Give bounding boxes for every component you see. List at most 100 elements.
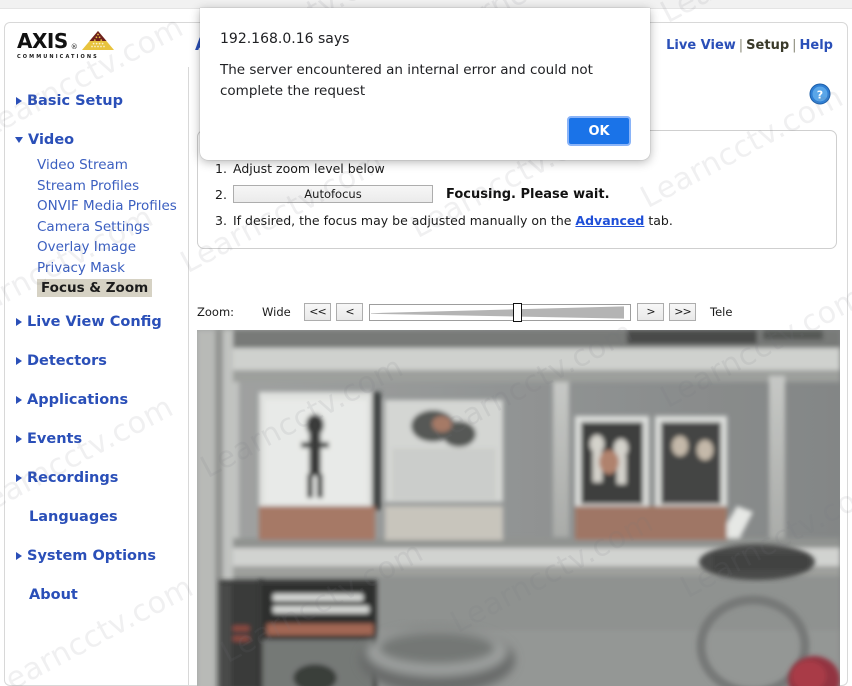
dialog-message-text: The server encountered an internal error…: [220, 60, 630, 102]
sidebar-item-privacy-mask[interactable]: Privacy Mask: [37, 258, 125, 277]
nav-group-recordings: Recordings: [5, 464, 188, 492]
sidebar-item-onvif-media-profiles[interactable]: ONVIF Media Profiles: [37, 197, 177, 216]
dialog-ok-button[interactable]: OK: [567, 116, 631, 146]
sidebar-item-events[interactable]: Events: [5, 425, 188, 453]
sidebar-item-video[interactable]: Video: [5, 126, 188, 154]
instruction-step-3: 3. If desired, the focus may be adjusted…: [215, 209, 815, 231]
link-separator-2: |: [792, 38, 796, 53]
advanced-tab-link[interactable]: Advanced: [575, 213, 644, 228]
nav-spacer: [5, 572, 188, 581]
link-live-view[interactable]: Live View: [666, 38, 736, 53]
zoom-wide-step-button[interactable]: <: [336, 303, 363, 321]
zoom-range-wedge-icon: [371, 306, 624, 319]
chevron-right-icon: [16, 396, 22, 404]
chevron-down-icon: [15, 137, 23, 143]
sidebar-item-label: Events: [27, 431, 82, 447]
link-help[interactable]: Help: [800, 38, 833, 53]
sidebar-item-stream-profiles[interactable]: Stream Profiles: [37, 176, 139, 195]
registered-mark-icon: ®: [71, 43, 78, 51]
step-number: 1.: [215, 161, 233, 176]
sidebar-item-basic-setup[interactable]: Basic Setup: [5, 87, 188, 115]
step-number: 2.: [215, 187, 233, 202]
axis-logo[interactable]: AXIS®: [5, 30, 185, 60]
nav-group-applications: Applications: [5, 386, 188, 414]
nav-spacer: [5, 494, 188, 503]
sidebar-item-camera-settings[interactable]: Camera Settings: [37, 217, 150, 236]
sidebar-item-label: Live View Config: [27, 314, 162, 330]
sidebar-item-label: About: [29, 587, 78, 603]
zoom-slider-track[interactable]: [369, 304, 631, 321]
nav-group-basic-setup: Basic Setup: [5, 87, 188, 115]
axis-triangle-icon: [81, 30, 115, 51]
step-text: Adjust zoom level below: [233, 161, 385, 176]
chevron-right-icon: [16, 318, 22, 326]
nav-group-live-view-config: Live View Config: [5, 308, 188, 336]
zoom-tele-step-button[interactable]: >: [637, 303, 664, 321]
chevron-right-icon: [16, 97, 22, 105]
sidebar-item-video-stream[interactable]: Video Stream: [37, 156, 128, 175]
nav-spacer: [5, 416, 188, 425]
sidebar-item-applications[interactable]: Applications: [5, 386, 188, 414]
svg-text:?: ?: [817, 89, 823, 102]
header-links: Live View|Setup|Help: [666, 38, 847, 53]
step3-prefix: If desired, the focus may be adjusted ma…: [233, 213, 575, 228]
sidebar-item-languages[interactable]: Languages: [5, 503, 188, 531]
focus-instruction-list: 1. Adjust zoom level below 2. Autofocus …: [215, 157, 815, 235]
sidebar-item-label: Video: [28, 132, 74, 148]
focus-status-text: Focusing. Please wait.: [446, 187, 610, 202]
sidebar-item-recordings[interactable]: Recordings: [5, 464, 188, 492]
sidebar-item-label: Languages: [29, 509, 118, 525]
nav-spacer: [5, 299, 188, 308]
instruction-step-2: 2. Autofocus Focusing. Please wait.: [215, 183, 815, 205]
sidebar-sublist-video: Video Stream Stream Profiles ONVIF Media…: [5, 154, 188, 297]
video-frame-image: [197, 330, 840, 686]
tele-label: Tele: [710, 305, 732, 319]
zoom-label: Zoom:: [197, 305, 262, 319]
chevron-right-icon: [16, 435, 22, 443]
sidebar-item-overlay-image[interactable]: Overlay Image: [37, 238, 136, 257]
nav-group-system-options: System Options: [5, 542, 188, 570]
nav-spacer: [5, 117, 188, 126]
sidebar-item-label: Basic Setup: [27, 93, 123, 109]
nav-group-detectors: Detectors: [5, 347, 188, 375]
link-separator-1: |: [739, 38, 743, 53]
zoom-slider-handle[interactable]: [513, 303, 522, 322]
sidebar-item-system-options[interactable]: System Options: [5, 542, 188, 570]
sidebar-item-live-view-config[interactable]: Live View Config: [5, 308, 188, 336]
live-video-view[interactable]: [197, 330, 840, 686]
sidebar-nav: Basic Setup Video Video Stream Stream Pr…: [4, 67, 189, 686]
sidebar-item-label: Detectors: [27, 353, 107, 369]
sidebar-item-about[interactable]: About: [5, 581, 188, 609]
sidebar-item-detectors[interactable]: Detectors: [5, 347, 188, 375]
nav-spacer: [5, 377, 188, 386]
zoom-control-row: Zoom: Wide << < > >> Tele: [197, 301, 837, 323]
nav-group-languages: Languages: [5, 503, 188, 531]
nav-spacer: [5, 455, 188, 464]
help-circle-icon[interactable]: ?: [809, 83, 831, 105]
nav-spacer: [5, 533, 188, 542]
sidebar-item-focus-and-zoom[interactable]: Focus & Zoom: [37, 279, 152, 297]
axis-logo-subtitle: COMMUNICATIONS: [17, 54, 99, 60]
dialog-origin-text: 192.168.0.16 says: [220, 31, 349, 47]
chevron-right-icon: [16, 552, 22, 560]
zoom-wide-fast-button[interactable]: <<: [304, 303, 331, 321]
nav-spacer: [5, 338, 188, 347]
step-number: 3.: [215, 213, 233, 228]
instruction-step-1: 1. Adjust zoom level below: [215, 157, 815, 179]
chevron-right-icon: [16, 357, 22, 365]
axis-logo-wordmark: AXIS: [17, 31, 68, 51]
sidebar-item-label: System Options: [27, 548, 156, 564]
zoom-tele-fast-button[interactable]: >>: [669, 303, 696, 321]
step3-suffix: tab.: [644, 213, 672, 228]
chevron-right-icon: [16, 474, 22, 482]
javascript-alert-dialog: 192.168.0.16 says The server encountered…: [200, 8, 650, 160]
step-text: If desired, the focus may be adjusted ma…: [233, 213, 673, 228]
autofocus-button[interactable]: Autofocus: [233, 185, 433, 203]
nav-group-events: Events: [5, 425, 188, 453]
wide-label: Wide: [262, 305, 304, 319]
nav-group-about: About: [5, 581, 188, 609]
link-setup[interactable]: Setup: [746, 38, 789, 53]
sidebar-item-label: Recordings: [27, 470, 118, 486]
nav-group-video: Video Video Stream Stream Profiles ONVIF…: [5, 126, 188, 297]
sidebar-item-label: Applications: [27, 392, 128, 408]
